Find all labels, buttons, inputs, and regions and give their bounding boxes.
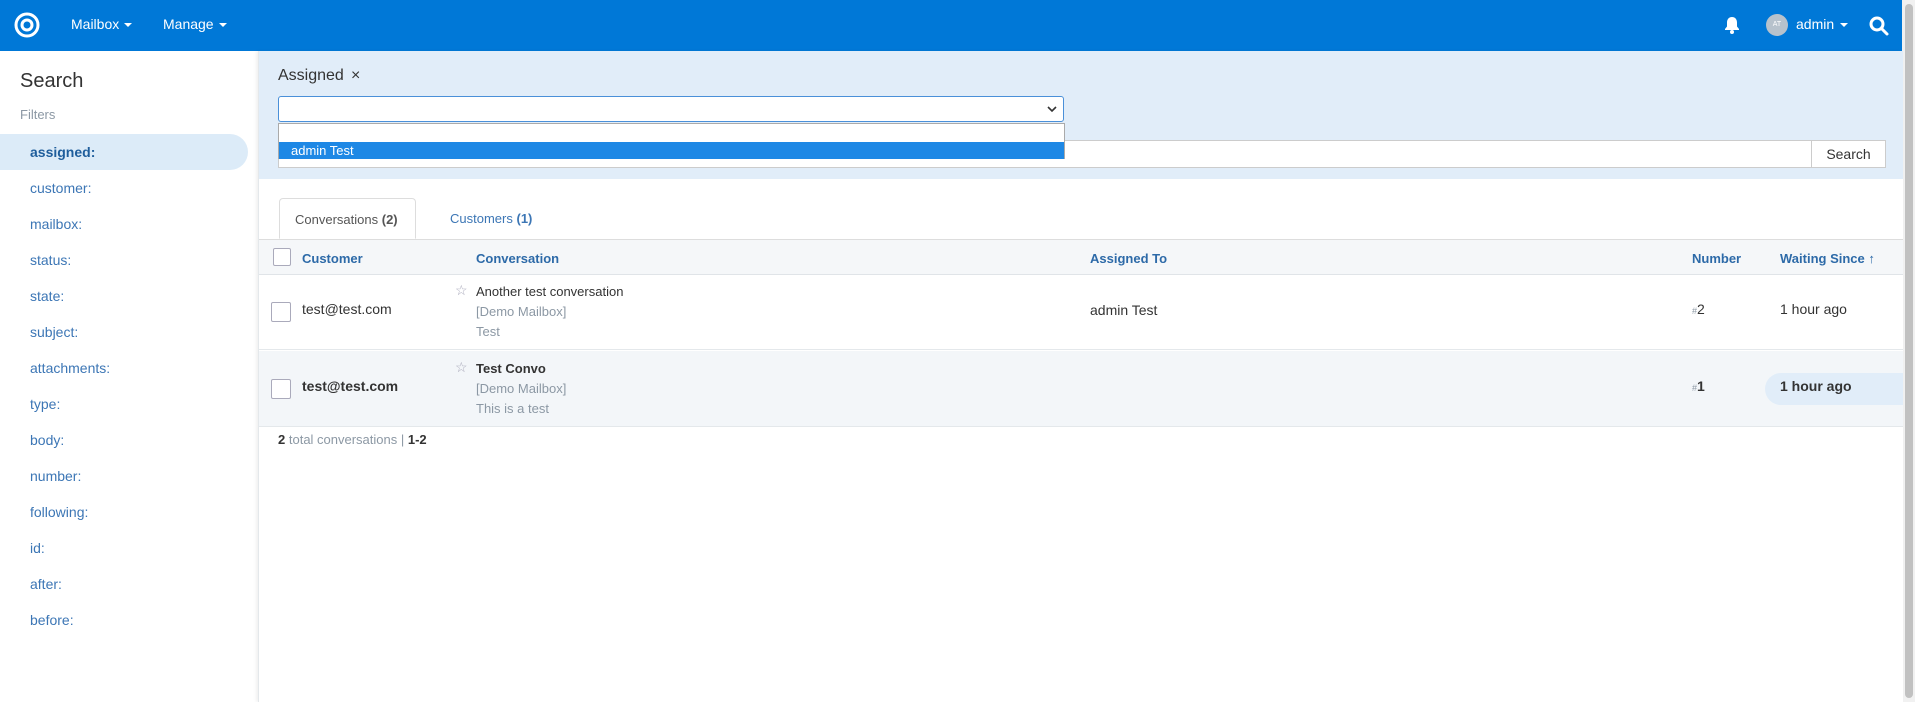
nav-manage-label: Manage [163, 16, 214, 32]
user-menu-label: admin [1796, 16, 1835, 32]
sidebar-item-number[interactable]: number: [0, 458, 248, 494]
row-number: #1 [1692, 378, 1705, 394]
row-preview: This is a test [476, 401, 549, 416]
sidebar-item-id[interactable]: id: [0, 530, 248, 566]
tab-conversations[interactable]: Conversations (2) [279, 198, 416, 239]
row-subject[interactable]: Another test conversation [476, 284, 623, 299]
filter-panel: Assigned × Search admin Test [259, 51, 1903, 179]
row-customer: test@test.com [302, 378, 399, 394]
assigned-dropdown: admin Test [278, 123, 1065, 159]
star-icon[interactable]: ☆ [455, 282, 468, 299]
sidebar-item-attachments[interactable]: attachments: [0, 350, 248, 386]
bell-icon[interactable] [1722, 15, 1742, 35]
chevron-down-icon [1047, 106, 1057, 113]
filter-label: Assigned [278, 67, 344, 84]
total-text: total conversations | [288, 432, 405, 447]
tab-customers[interactable]: Customers (1) [435, 198, 547, 239]
chevron-down-icon [218, 23, 227, 28]
user-menu[interactable]: admin [1796, 16, 1849, 32]
sidebar-item-subject[interactable]: subject: [0, 314, 248, 350]
tab-customers-label: Customers [450, 211, 513, 226]
column-customer[interactable]: Customer [302, 251, 363, 266]
total-count: 2 [278, 432, 286, 447]
sidebar-item-type[interactable]: type: [0, 386, 248, 422]
dropdown-option-admin-test[interactable]: admin Test [279, 142, 1064, 159]
tab-customers-count: (1) [516, 211, 533, 226]
sidebar-item-state[interactable]: state: [0, 278, 248, 314]
chevron-down-icon [124, 23, 133, 28]
row-number: #2 [1692, 301, 1705, 317]
sidebar-item-assigned[interactable]: assigned: [0, 134, 248, 170]
nav-mailbox-menu[interactable]: Mailbox [71, 16, 133, 32]
row-checkbox[interactable] [271, 379, 291, 399]
assigned-select[interactable] [278, 96, 1064, 122]
result-tabs: Conversations (2) Customers (1) [259, 198, 1903, 240]
nav-manage-menu[interactable]: Manage [163, 16, 227, 32]
table-row[interactable]: test@test.com ☆ Another test conversatio… [259, 274, 1903, 350]
row-checkbox[interactable] [271, 302, 291, 322]
row-waiting-since: 1 hour ago [1780, 378, 1852, 394]
nav-mailbox-label: Mailbox [71, 16, 120, 32]
column-assigned-to[interactable]: Assigned To [1090, 251, 1167, 266]
sidebar-item-mailbox[interactable]: mailbox: [0, 206, 248, 242]
dropdown-search-input[interactable] [279, 124, 1064, 141]
row-mailbox: [Demo Mailbox] [476, 304, 567, 319]
sidebar-item-body[interactable]: body: [0, 422, 248, 458]
tab-conversations-label: Conversations [295, 212, 379, 227]
row-subject[interactable]: Test Convo [476, 361, 546, 376]
sidebar-item-before[interactable]: before: [0, 602, 248, 638]
search-icon[interactable] [1868, 15, 1890, 37]
table-row[interactable]: test@test.com ☆ Test Convo [Demo Mailbox… [259, 351, 1903, 427]
row-customer: test@test.com [302, 301, 392, 317]
logo-icon[interactable] [14, 12, 40, 38]
avatar[interactable]: AT [1766, 14, 1788, 36]
top-navbar: Mailbox Manage AT admin [0, 0, 1902, 51]
row-number-value: 1 [1697, 378, 1705, 394]
star-icon[interactable]: ☆ [455, 359, 468, 376]
select-all-checkbox[interactable] [273, 248, 291, 266]
pagination-range[interactable]: 1-2 [408, 432, 427, 447]
row-assigned: admin Test [1090, 302, 1158, 318]
column-conversation[interactable]: Conversation [476, 251, 559, 266]
total-conversations: 2 total conversations | 1-2 [278, 432, 427, 447]
row-number-value: 2 [1697, 301, 1705, 317]
row-waiting-since: 1 hour ago [1780, 301, 1847, 317]
row-preview: Test [476, 324, 500, 339]
sidebar-item-after[interactable]: after: [0, 566, 248, 602]
column-number[interactable]: Number [1692, 251, 1741, 266]
row-mailbox: [Demo Mailbox] [476, 381, 567, 396]
window-scrollbar-thumb[interactable] [1905, 4, 1913, 698]
sidebar: Search Filters assigned: customer: mailb… [0, 51, 258, 702]
main-content: Assigned × Search admin Test Conversatio… [258, 51, 1903, 702]
sidebar-item-customer[interactable]: customer: [0, 170, 248, 206]
filter-remove-button[interactable]: × [351, 67, 360, 85]
column-waiting-since[interactable]: Waiting Since ↑ [1780, 251, 1875, 266]
tab-conversations-count: (2) [381, 212, 398, 227]
search-button[interactable]: Search [1811, 140, 1886, 168]
table-header: Customer Conversation Assigned To Number… [259, 240, 1903, 275]
sidebar-title: Search [20, 70, 84, 92]
sidebar-item-following[interactable]: following: [0, 494, 248, 530]
sidebar-subtitle: Filters [20, 107, 56, 122]
sidebar-item-status[interactable]: status: [0, 242, 248, 278]
chevron-down-icon [1840, 23, 1849, 28]
